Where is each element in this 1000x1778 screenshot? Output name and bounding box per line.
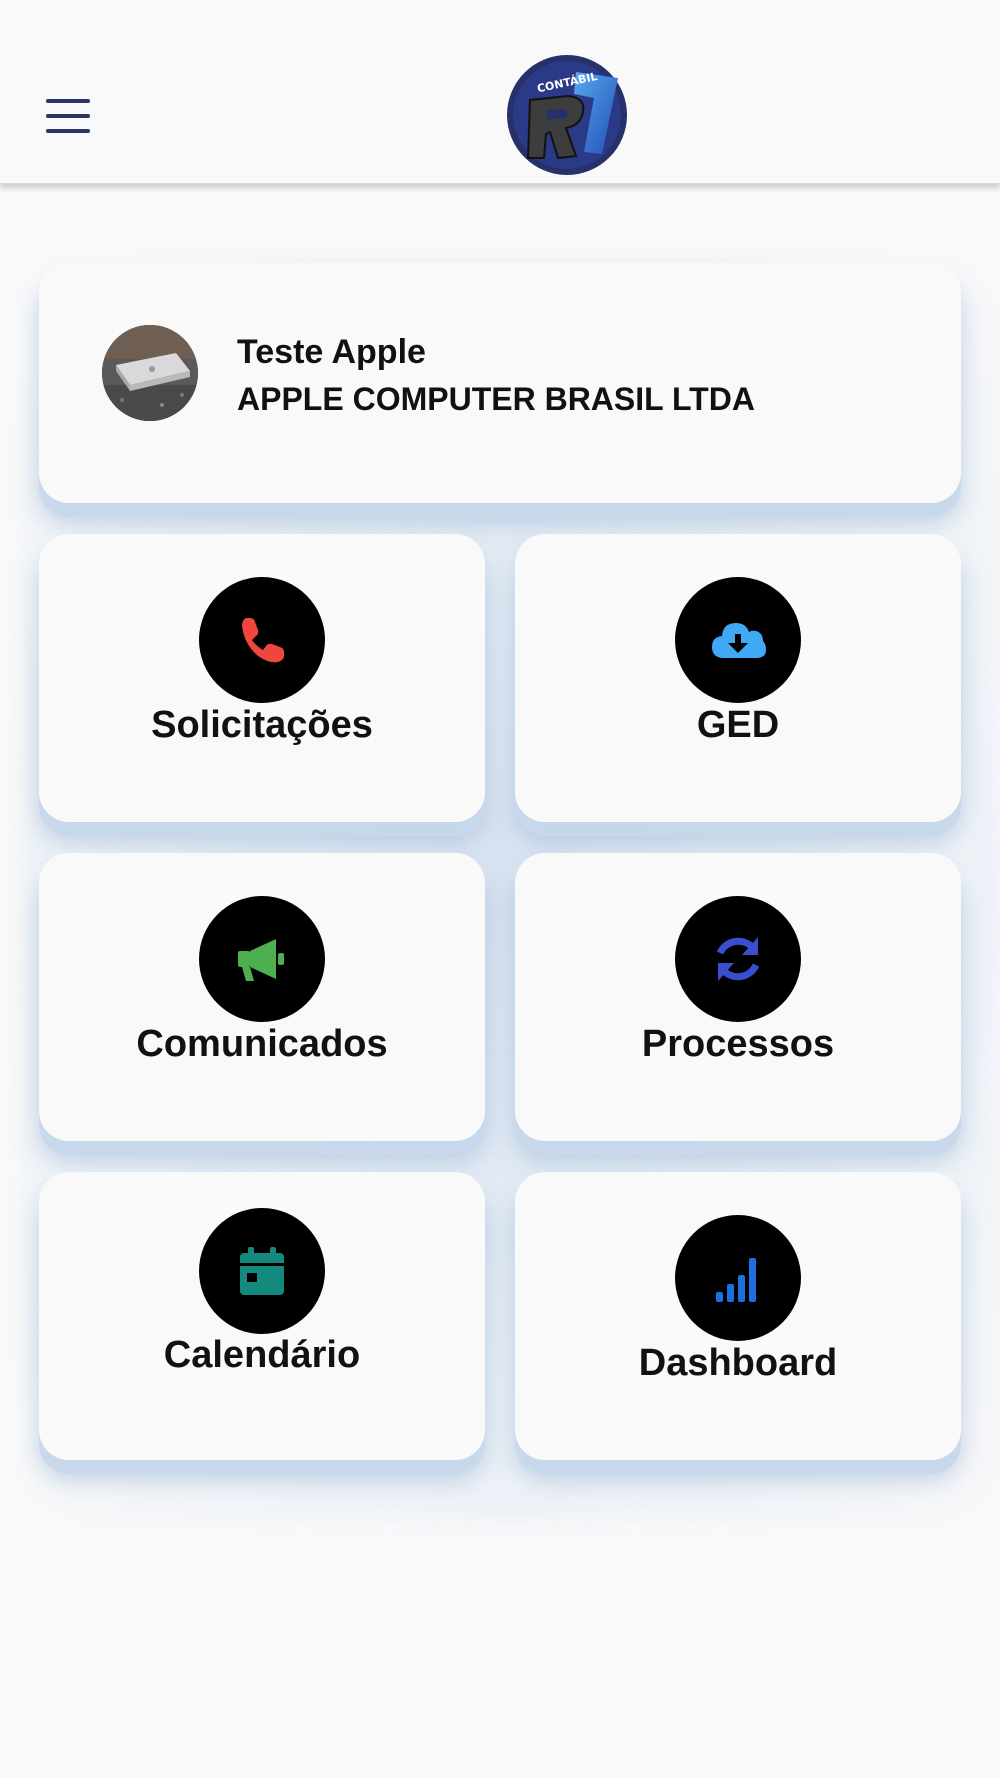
phone-icon <box>242 618 284 663</box>
tile-label: Comunicados <box>136 1023 388 1065</box>
tile-label: Processos <box>641 1023 835 1065</box>
app-header: CONTÁBIL <box>0 0 1000 184</box>
tile-label: Calendário <box>163 1334 361 1376</box>
tile-solicitacoes[interactable]: Solicitações <box>39 534 485 822</box>
tile-calendario[interactable]: Calendário <box>39 1172 485 1460</box>
sync-icon <box>716 937 760 981</box>
hamburger-menu-icon <box>46 99 90 103</box>
app-logo: CONTÁBIL <box>506 54 628 176</box>
tile-comunicados[interactable]: Comunicados <box>39 853 485 1141</box>
tile-label: GED <box>696 704 780 746</box>
signal-bars-icon <box>716 1258 756 1302</box>
menu-button[interactable] <box>40 95 96 139</box>
profile-name: Teste Apple <box>237 333 426 371</box>
tile-processos[interactable]: Processos <box>515 853 961 1141</box>
tile-ged[interactable]: GED <box>515 534 961 822</box>
calendar-icon <box>240 1247 284 1295</box>
profile-card[interactable]: Teste Apple APPLE COMPUTER BRASIL LTDA <box>39 263 961 503</box>
tile-dashboard[interactable]: Dashboard <box>515 1172 961 1460</box>
avatar <box>102 325 198 421</box>
tile-label: Dashboard <box>638 1342 838 1384</box>
tile-label: Solicitações <box>151 704 373 746</box>
megaphone-icon <box>238 939 284 981</box>
profile-company: APPLE COMPUTER BRASIL LTDA <box>237 381 755 417</box>
cloud-download-icon <box>712 623 766 658</box>
